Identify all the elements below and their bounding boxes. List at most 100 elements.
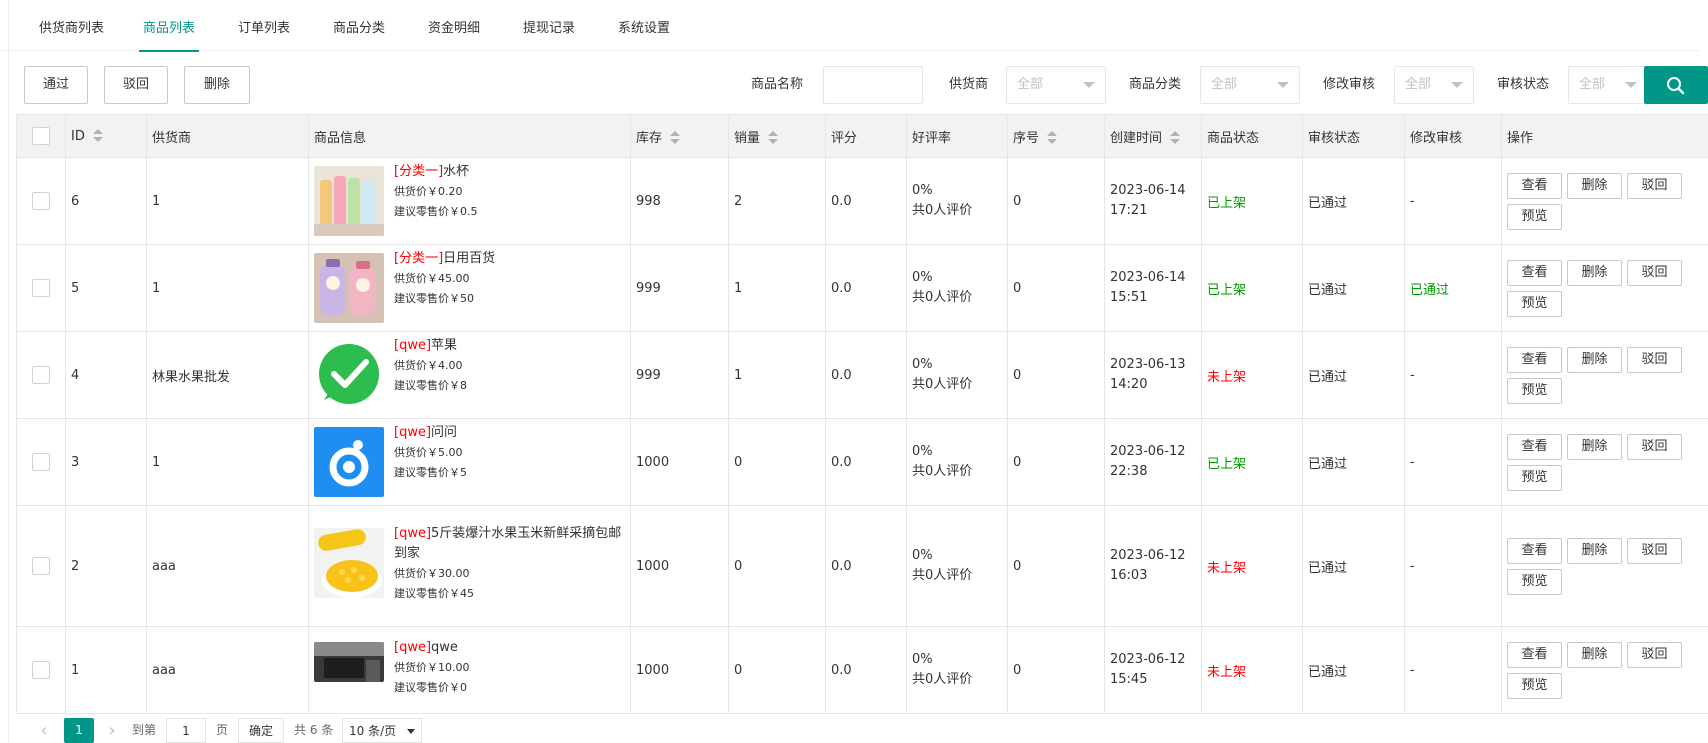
- goods-thumbnail[interactable]: [314, 340, 384, 410]
- sort-icon[interactable]: [1047, 131, 1058, 145]
- row-checkbox[interactable]: [32, 192, 50, 210]
- sort-icon[interactable]: [1170, 131, 1181, 145]
- table-header-row: ID 供货商 商品信息 库存 销量 评分 好评率 序号 创建时间 商品状态 审核…: [16, 114, 1708, 158]
- view-button[interactable]: 查看: [1507, 537, 1562, 564]
- tab-withdraw-records[interactable]: 提现记录: [523, 0, 575, 51]
- row-select-cell: [16, 626, 66, 714]
- praise-rate-value: 0%: [912, 183, 933, 198]
- view-button[interactable]: 查看: [1507, 641, 1562, 668]
- supply-price: 供货价￥0.20: [394, 185, 463, 198]
- view-button[interactable]: 查看: [1507, 259, 1562, 286]
- goto-confirm-button[interactable]: 确定: [238, 718, 284, 743]
- goods-name[interactable]: [分类一]日用百货: [394, 249, 625, 269]
- row-checkbox[interactable]: [32, 279, 50, 297]
- cell-sales: 1: [728, 331, 826, 419]
- tab-goods-category[interactable]: 商品分类: [333, 0, 385, 51]
- row-reject-button[interactable]: 驳回: [1627, 346, 1682, 373]
- goods-name[interactable]: [qwe]5斤装爆汁水果玉米新鲜采摘包邮到家: [394, 524, 625, 564]
- preview-button[interactable]: 预览: [1507, 290, 1562, 317]
- row-checkbox[interactable]: [32, 453, 50, 471]
- category-select[interactable]: 全部: [1200, 66, 1300, 104]
- tab-order-list[interactable]: 订单列表: [238, 0, 290, 51]
- row-checkbox[interactable]: [32, 661, 50, 679]
- search-button[interactable]: [1644, 66, 1708, 104]
- view-button[interactable]: 查看: [1507, 433, 1562, 460]
- row-reject-button[interactable]: 驳回: [1627, 259, 1682, 286]
- row-delete-button[interactable]: 删除: [1567, 259, 1622, 286]
- supplier-select[interactable]: 全部: [1006, 66, 1106, 104]
- row-delete-button[interactable]: 删除: [1567, 537, 1622, 564]
- row-reject-button[interactable]: 驳回: [1627, 433, 1682, 460]
- category-filter-label: 商品分类: [1129, 77, 1182, 92]
- praise-rate-value: 0%: [912, 548, 933, 563]
- preview-button[interactable]: 预览: [1507, 377, 1562, 404]
- preview-button[interactable]: 预览: [1507, 203, 1562, 230]
- sort-icon[interactable]: [768, 131, 779, 145]
- tab-fund-details[interactable]: 资金明细: [428, 0, 480, 51]
- row-delete-button[interactable]: 删除: [1567, 172, 1622, 199]
- edit-audit-select[interactable]: 全部: [1394, 66, 1474, 104]
- reject-button[interactable]: 驳回: [104, 66, 168, 104]
- page-current[interactable]: 1: [64, 718, 94, 743]
- row-delete-button[interactable]: 删除: [1567, 346, 1622, 373]
- row-delete-button[interactable]: 删除: [1567, 433, 1622, 460]
- prev-page-icon[interactable]: ‹: [34, 718, 54, 743]
- preview-button[interactable]: 预览: [1507, 464, 1562, 491]
- goods-thumbnail[interactable]: [314, 427, 384, 497]
- header-sales[interactable]: 销量: [728, 114, 826, 158]
- goods-name[interactable]: [分类一]水杯: [394, 162, 625, 182]
- supply-price: 供货价￥5.00: [394, 446, 463, 459]
- tab-system-settings[interactable]: 系统设置: [618, 0, 670, 51]
- goto-page-input[interactable]: 1: [166, 718, 206, 743]
- row-reject-button[interactable]: 驳回: [1627, 172, 1682, 199]
- preview-button[interactable]: 预览: [1507, 568, 1562, 595]
- view-button[interactable]: 查看: [1507, 172, 1562, 199]
- goods-name[interactable]: [qwe]苹果: [394, 336, 625, 356]
- goods-name-input[interactable]: [823, 66, 923, 104]
- praise-count: 共0人评价: [912, 464, 973, 479]
- row-reject-button[interactable]: 驳回: [1627, 641, 1682, 668]
- tab-goods-list[interactable]: 商品列表: [138, 0, 200, 52]
- table-row: 4 林果水果批发 [qwe]苹果 供货价￥4.00 建议零售价￥8 999 1 …: [16, 331, 1708, 419]
- praise-count: 共0人评价: [912, 672, 973, 687]
- goods-name[interactable]: [qwe]问问: [394, 423, 625, 443]
- header-stock[interactable]: 库存: [630, 114, 729, 158]
- cell-score: 0.0: [825, 157, 907, 245]
- cell-supplier: aaa: [146, 505, 309, 627]
- top-tab-bar: 供货商列表 商品列表 订单列表 商品分类 资金明细 提现记录 系统设置: [0, 0, 1700, 52]
- retail-price: 建议零售价￥0.5: [394, 205, 478, 218]
- select-all-checkbox[interactable]: [32, 127, 50, 145]
- cell-stock: 1000: [630, 418, 729, 506]
- chevron-down-icon: [1277, 82, 1289, 88]
- next-page-icon[interactable]: ›: [102, 718, 122, 743]
- delete-button[interactable]: 删除: [184, 66, 250, 104]
- goods-thumbnail[interactable]: [314, 528, 384, 598]
- chevron-down-icon: [1625, 82, 1637, 88]
- goods-thumbnail[interactable]: [314, 166, 384, 236]
- goods-thumbnail[interactable]: [314, 253, 384, 323]
- header-order[interactable]: 序号: [1007, 114, 1105, 158]
- preview-button[interactable]: 预览: [1507, 672, 1562, 699]
- goods-name[interactable]: [qwe]qwe: [394, 638, 625, 658]
- sort-icon[interactable]: [670, 131, 681, 145]
- row-checkbox[interactable]: [32, 557, 50, 575]
- tab-supplier-list[interactable]: 供货商列表: [39, 0, 104, 51]
- goods-category-tag: [qwe]: [394, 526, 432, 541]
- praise-rate-value: 0%: [912, 444, 933, 459]
- header-created-time[interactable]: 创建时间: [1104, 114, 1202, 158]
- retail-price: 建议零售价￥50: [394, 292, 474, 305]
- row-reject-button[interactable]: 驳回: [1627, 537, 1682, 564]
- cell-stock: 999: [630, 331, 729, 419]
- goods-thumbnail[interactable]: [314, 642, 384, 682]
- row-delete-button[interactable]: 删除: [1567, 641, 1622, 668]
- audit-status-select[interactable]: 全部: [1568, 66, 1648, 104]
- cell-id: 6: [65, 157, 147, 245]
- page-size-select[interactable]: 10 条/页: [342, 718, 422, 743]
- row-checkbox[interactable]: [32, 366, 50, 384]
- sort-icon[interactable]: [92, 129, 103, 143]
- cell-stock: 998: [630, 157, 729, 245]
- view-button[interactable]: 查看: [1507, 346, 1562, 373]
- approve-button[interactable]: 通过: [24, 66, 88, 104]
- cell-edit-audit: -: [1404, 418, 1502, 506]
- header-id[interactable]: ID: [65, 114, 147, 158]
